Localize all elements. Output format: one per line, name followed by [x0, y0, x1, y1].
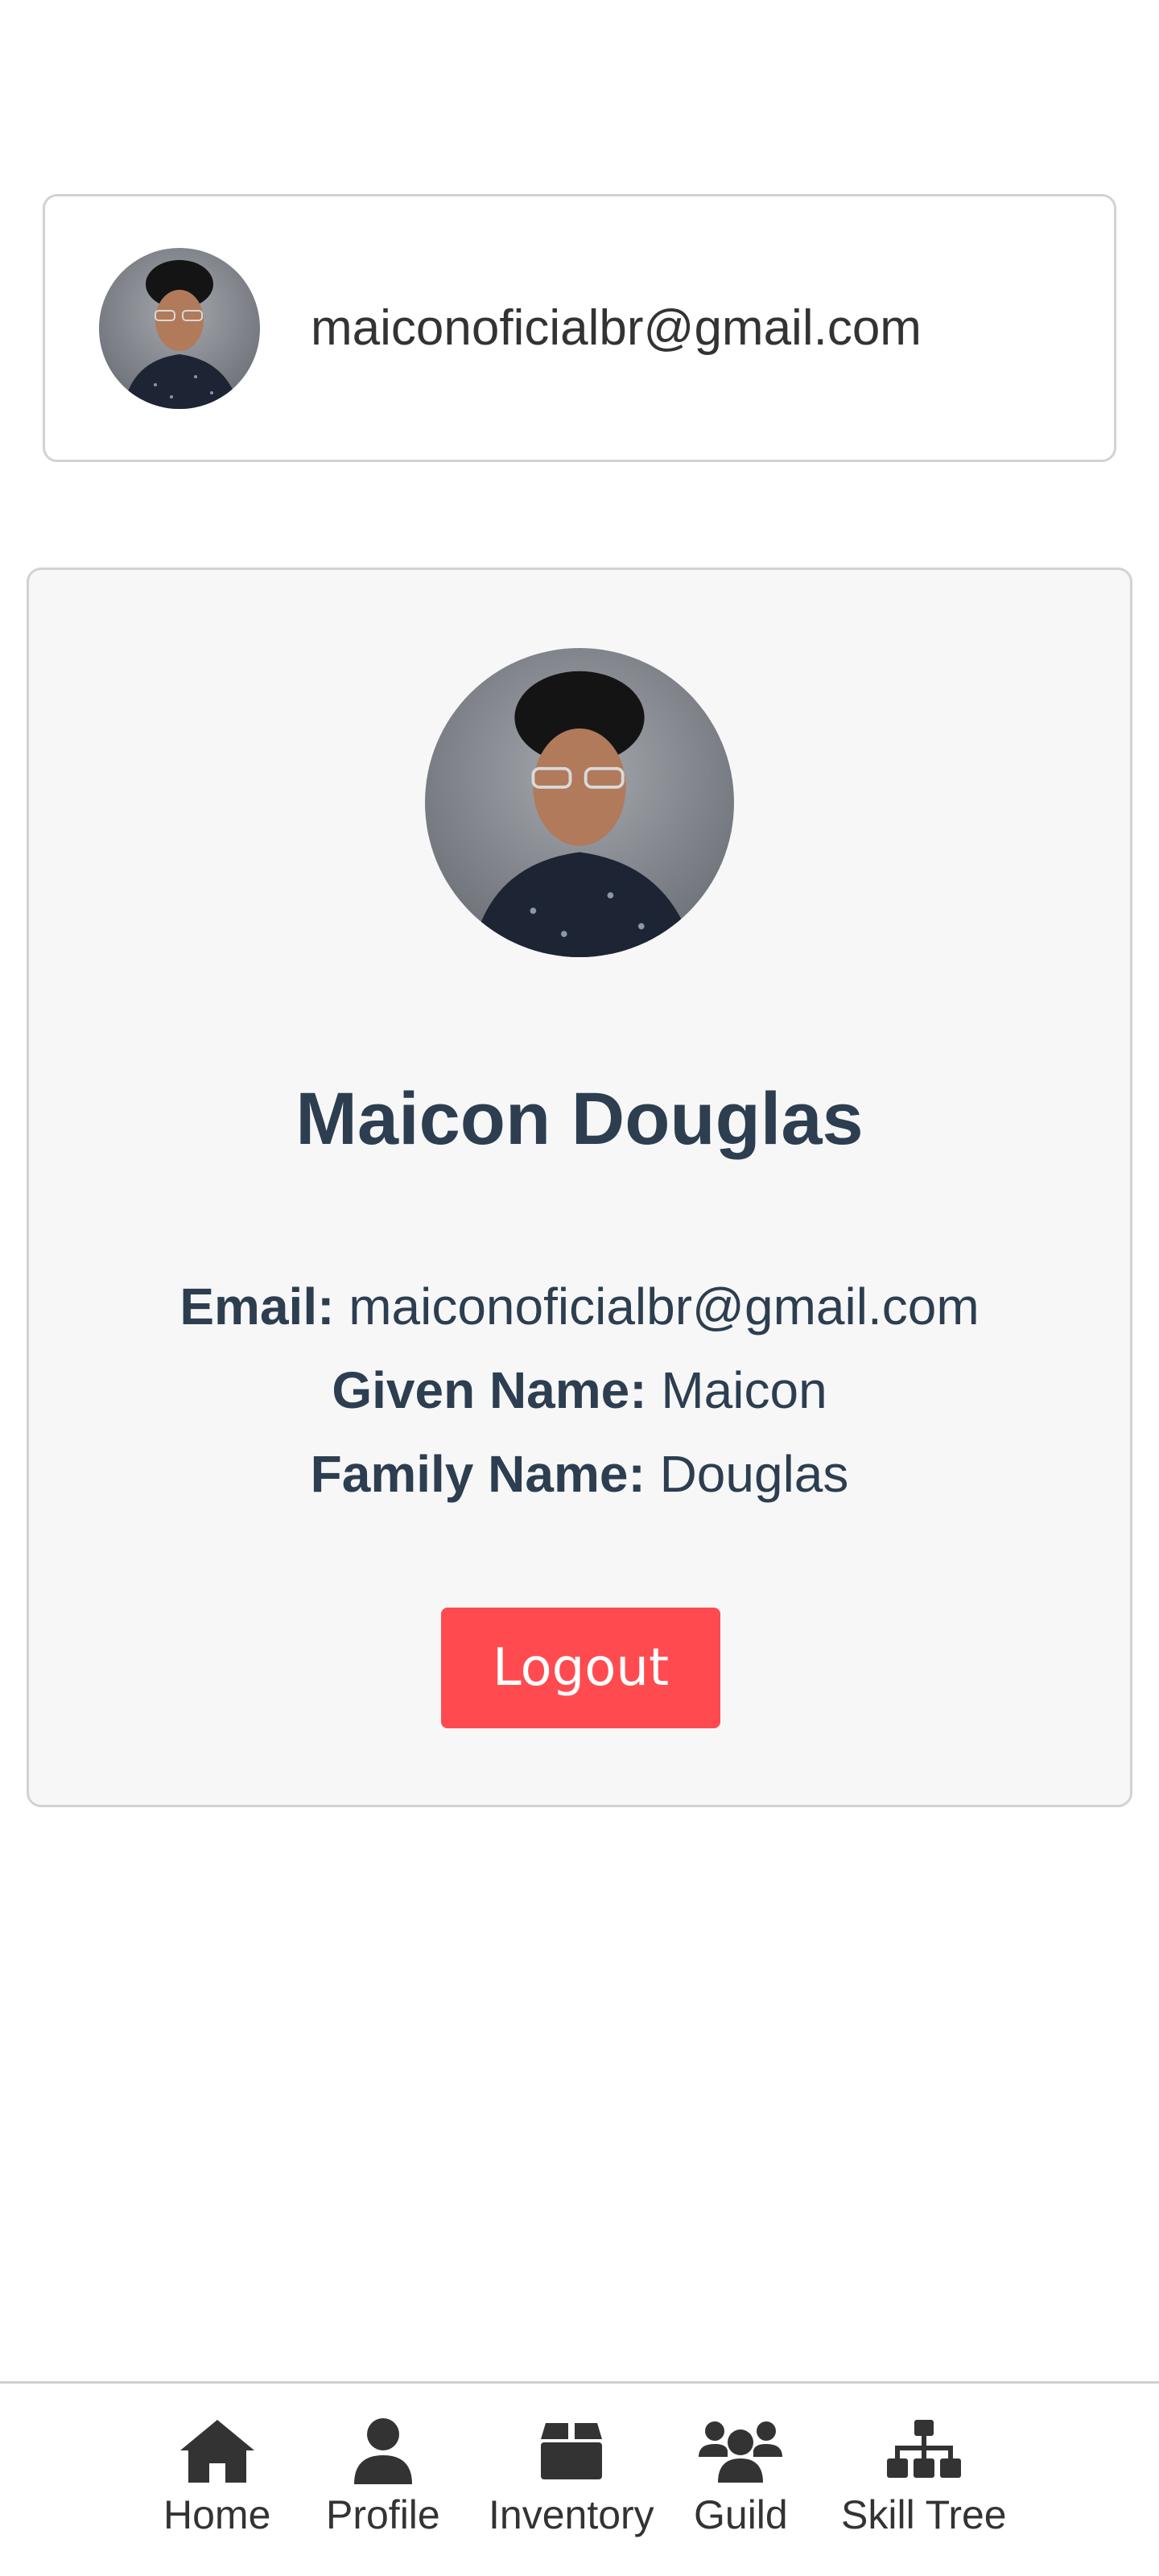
given-name-row: Given Name: Maicon	[29, 1360, 1130, 1420]
profile-name: Maicon Douglas	[295, 1078, 864, 1160]
profile-photo	[425, 648, 734, 957]
nav-label-skill-tree: Skill Tree	[841, 2492, 1007, 2537]
nav-label-home: Home	[163, 2492, 271, 2537]
profile-avatar	[425, 648, 734, 957]
email-row: Email: maiconoficialbr@gmail.com	[29, 1277, 1130, 1336]
sitemap-icon	[880, 2414, 968, 2487]
family-name-row: Family Name: Douglas	[29, 1444, 1130, 1504]
box-icon	[527, 2414, 616, 2487]
users-icon	[696, 2414, 785, 2487]
family-name-label: Family Name:	[310, 1445, 645, 1503]
email-label: Email:	[179, 1278, 335, 1335]
user-header-card: maiconoficialbr@gmail.com	[43, 194, 1116, 462]
avatar[interactable]	[99, 248, 260, 409]
family-name-value: Douglas	[659, 1445, 849, 1503]
profile-card: Maicon Douglas Email: maiconoficialbr@gm…	[27, 568, 1132, 1807]
logout-button[interactable]: Logout	[441, 1608, 720, 1728]
user-icon	[339, 2414, 427, 2487]
email-value: maiconoficialbr@gmail.com	[349, 1278, 980, 1335]
nav-item-skill-tree[interactable]: Skill Tree	[841, 2414, 1007, 2538]
given-name-value: Maicon	[661, 1361, 827, 1419]
nav-item-guild[interactable]: Guild	[694, 2414, 788, 2538]
nav-item-profile[interactable]: Profile	[326, 2414, 440, 2538]
home-icon	[173, 2414, 262, 2487]
nav-item-inventory[interactable]: Inventory	[489, 2414, 654, 2538]
given-name-label: Given Name:	[332, 1361, 647, 1419]
nav-label-profile: Profile	[326, 2492, 440, 2537]
nav-item-home[interactable]: Home	[163, 2414, 270, 2538]
avatar-photo	[99, 248, 260, 409]
nav-label-guild: Guild	[694, 2492, 788, 2537]
bottom-nav: Home Profile Inventory Guild Skill Tree	[0, 2381, 1159, 2576]
user-email: maiconoficialbr@gmail.com	[311, 300, 922, 356]
nav-label-inventory: Inventory	[489, 2492, 654, 2537]
